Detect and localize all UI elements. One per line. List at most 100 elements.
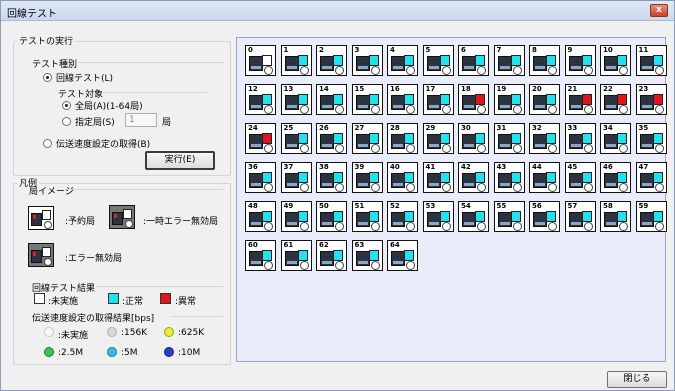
station-speed-indicator (406, 183, 415, 192)
station-tile[interactable]: 50 (316, 201, 347, 232)
station-tile[interactable]: 63 (351, 240, 383, 271)
station-device-icon (426, 134, 441, 149)
station-tile[interactable]: 53 (422, 201, 454, 232)
station-tile[interactable]: 38 (316, 162, 347, 193)
station-tile[interactable]: 6 (458, 45, 489, 76)
station-device-icon (355, 95, 370, 110)
station-tile[interactable]: 40 (387, 162, 418, 193)
station-tile[interactable]: 54 (458, 201, 489, 232)
station-device-icon (320, 212, 334, 227)
station-tile[interactable]: 25 (280, 123, 312, 154)
station-speed-indicator (370, 183, 380, 192)
station-tile[interactable]: 27 (351, 123, 383, 154)
specified-station-input[interactable]: 1 (125, 113, 157, 127)
station-tile[interactable]: 57 (564, 201, 596, 232)
station-tile[interactable]: 29 (422, 123, 454, 154)
station-tile[interactable]: 26 (316, 123, 347, 154)
title-bar: 回線テスト x (1, 1, 674, 21)
station-tile[interactable]: 48 (245, 201, 276, 232)
station-tile[interactable]: 41 (422, 162, 454, 193)
station-tile[interactable]: 32 (529, 123, 560, 154)
station-tile[interactable]: 0 (245, 45, 276, 76)
station-speed-indicator (512, 144, 522, 153)
station-device-icon (320, 56, 334, 71)
station-tile[interactable]: 2 (316, 45, 347, 76)
station-tile[interactable]: 44 (529, 162, 560, 193)
station-tile[interactable]: 60 (245, 240, 276, 271)
station-tile[interactable]: 30 (458, 123, 489, 154)
station-tile[interactable]: 49 (280, 201, 312, 232)
station-tile[interactable]: 45 (564, 162, 596, 193)
station-tile[interactable]: 33 (564, 123, 596, 154)
station-tile[interactable]: 1 (280, 45, 312, 76)
station-tile[interactable]: 3 (351, 45, 383, 76)
station-status-indicator (652, 133, 663, 144)
station-tile[interactable]: 17 (422, 84, 454, 115)
run-button[interactable]: 実行(E) (145, 151, 215, 170)
station-tile[interactable]: 35 (635, 123, 667, 154)
radio-specified-station-label[interactable]: 指定局(S) (75, 115, 115, 128)
speed-divider (171, 316, 223, 317)
station-tile[interactable]: 5 (422, 45, 454, 76)
station-tile[interactable]: 58 (600, 201, 631, 232)
station-tile[interactable]: 15 (351, 84, 383, 115)
station-tile[interactable]: 8 (529, 45, 560, 76)
close-button[interactable]: 閉じる (607, 371, 667, 388)
station-speed-indicator (548, 222, 557, 231)
station-tile[interactable]: 39 (351, 162, 383, 193)
station-tile[interactable]: 9 (564, 45, 596, 76)
station-tile[interactable]: 36 (245, 162, 276, 193)
station-tile[interactable]: 22 (600, 84, 631, 115)
station-tile[interactable]: 46 (600, 162, 631, 193)
station-device-icon (426, 95, 441, 110)
station-tile[interactable]: 61 (280, 240, 312, 271)
station-tile[interactable]: 20 (529, 84, 560, 115)
radio-line-test[interactable] (43, 73, 52, 82)
station-device-icon (497, 95, 512, 110)
station-tile[interactable]: 19 (493, 84, 525, 115)
station-device-icon (320, 95, 334, 110)
station-tile[interactable]: 62 (316, 240, 347, 271)
close-icon[interactable]: x (650, 4, 668, 17)
station-number: 31 (496, 124, 507, 132)
station-tile[interactable]: 4 (387, 45, 418, 76)
radio-speed-acquire-label[interactable]: 伝送速度設定の取得(B) (56, 137, 150, 150)
radio-all-stations[interactable] (62, 101, 71, 110)
station-tile[interactable]: 23 (635, 84, 667, 115)
station-tile[interactable]: 11 (635, 45, 667, 76)
radio-specified-station[interactable] (62, 117, 71, 126)
station-tile[interactable]: 42 (458, 162, 489, 193)
radio-speed-acquire[interactable] (43, 139, 52, 148)
station-number: 46 (603, 163, 613, 171)
station-device-icon (320, 173, 334, 188)
station-speed-indicator (477, 222, 486, 231)
station-tile[interactable]: 28 (387, 123, 418, 154)
station-tile[interactable]: 55 (493, 201, 525, 232)
station-tile[interactable]: 51 (351, 201, 383, 232)
station-tile[interactable]: 18 (458, 84, 489, 115)
radio-all-stations-label[interactable]: 全局(A)(1-64局) (75, 99, 143, 112)
station-tile[interactable]: 14 (316, 84, 347, 115)
station-device-icon (568, 173, 583, 188)
station-tile[interactable]: 10 (600, 45, 631, 76)
station-tile[interactable]: 24 (245, 123, 276, 154)
station-tile[interactable]: 59 (635, 201, 667, 232)
window-title: 回線テスト (7, 9, 57, 20)
radio-line-test-label[interactable]: 回線テスト(L) (56, 71, 113, 84)
station-tile[interactable]: 13 (280, 84, 312, 115)
station-tile[interactable]: 37 (280, 162, 312, 193)
station-tile[interactable]: 31 (493, 123, 525, 154)
station-tile[interactable]: 52 (387, 201, 418, 232)
station-tile[interactable]: 34 (600, 123, 631, 154)
station-tile[interactable]: 43 (493, 162, 525, 193)
station-tile[interactable]: 21 (564, 84, 596, 115)
station-tile[interactable]: 7 (493, 45, 525, 76)
station-tile[interactable]: 56 (529, 201, 560, 232)
station-tile[interactable]: 16 (387, 84, 418, 115)
station-tile[interactable]: 12 (245, 84, 276, 115)
station-device-icon (249, 251, 263, 266)
station-tile[interactable]: 64 (387, 240, 418, 271)
station-tile[interactable]: 47 (635, 162, 667, 193)
station-number: 42 (461, 163, 471, 171)
station-status-indicator (546, 172, 556, 183)
